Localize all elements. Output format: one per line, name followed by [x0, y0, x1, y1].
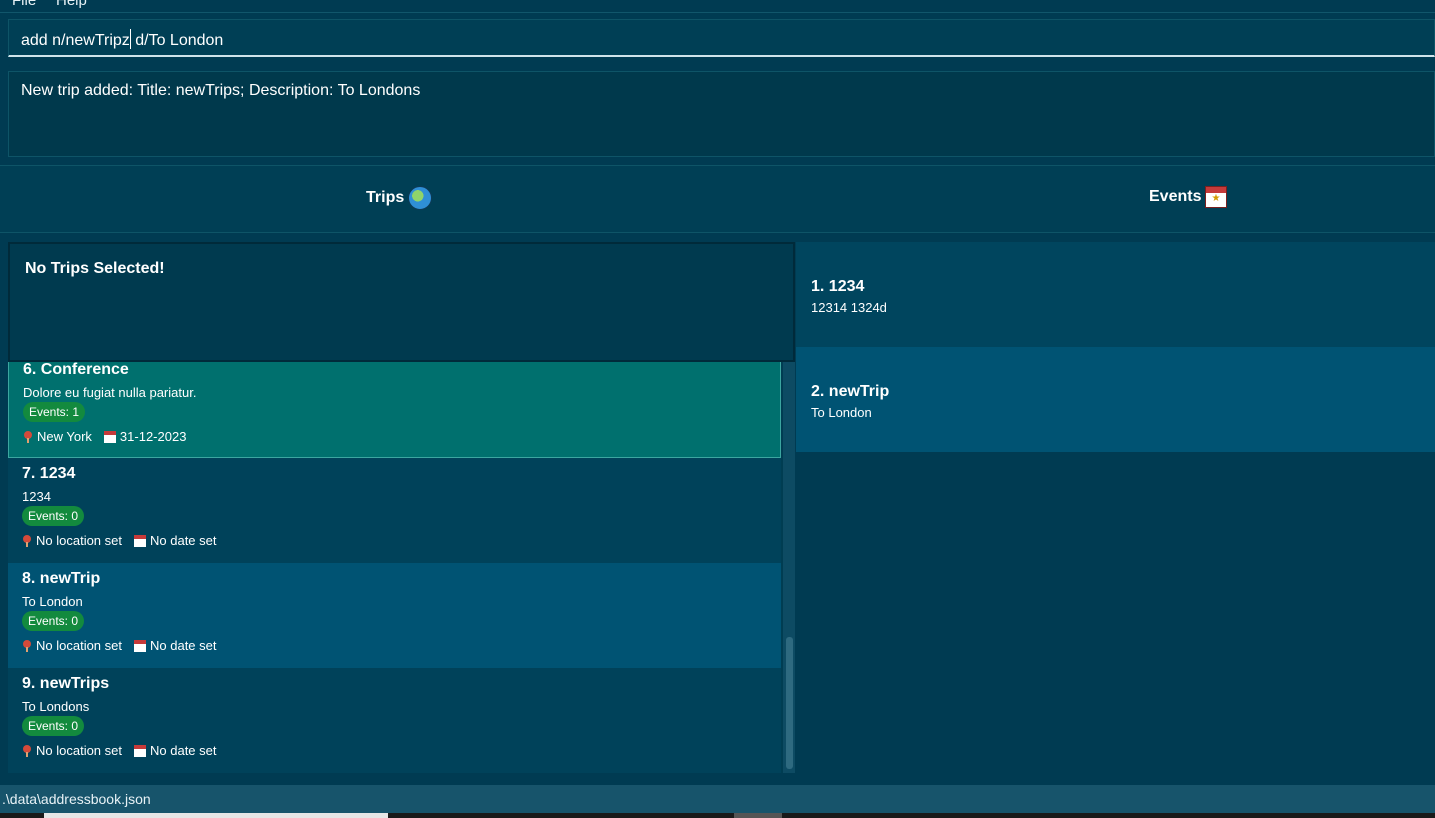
- taskbar-window[interactable]: [44, 813, 388, 818]
- trip-title: 6. Conference: [23, 361, 129, 378]
- trips-header: Trips: [366, 186, 433, 210]
- trip-title: 7. 1234: [22, 465, 76, 482]
- trip-description: To Londons: [22, 699, 90, 714]
- trip-date: No date set: [150, 743, 217, 758]
- events-count-badge: Events: 0: [22, 506, 85, 526]
- trip-description: Dolore eu fugiat nulla pariatur.: [23, 385, 197, 400]
- trip-title: 8. newTrip: [22, 570, 101, 587]
- save-file-path: .\data\addressbook.json: [2, 791, 151, 807]
- trip-description: To London: [22, 594, 83, 609]
- events-count-badge: Events: 0: [22, 611, 85, 631]
- trip-location: New York: [37, 429, 92, 444]
- menu-help[interactable]: Help: [56, 0, 87, 9]
- menu-bar: File Help: [0, 0, 1435, 13]
- trip-card[interactable]: 7. 1234 1234 Events: 0 No location set N…: [8, 458, 781, 563]
- panel-headers: Trips Events ★: [0, 165, 1435, 233]
- event-card[interactable]: 1. 1234 12314 1324d: [796, 242, 1435, 347]
- command-input[interactable]: add n/newTripz d/To London: [8, 19, 1435, 57]
- location-pin-icon: [22, 744, 32, 757]
- trip-location: No location set: [36, 533, 122, 548]
- selected-trip-panel: No Trips Selected!: [8, 242, 795, 362]
- events-count-badge: Events: 1: [23, 402, 86, 422]
- trip-title: 9. newTrips: [22, 675, 110, 692]
- menu-file[interactable]: File: [12, 0, 36, 9]
- location-pin-icon: [22, 639, 32, 652]
- events-count-badge: Events: 0: [22, 716, 85, 736]
- trips-header-label: Trips: [366, 189, 405, 206]
- taskbar: [0, 813, 1435, 818]
- trip-description: 1234: [22, 489, 51, 504]
- events-header-label: Events: [1149, 188, 1202, 205]
- location-pin-icon: [22, 534, 32, 547]
- result-text: New trip added: Title: newTrips; Descrip…: [21, 82, 421, 99]
- trip-card[interactable]: 9. newTrips To Londons Events: 0 No loca…: [8, 668, 781, 773]
- location-pin-icon: [23, 430, 33, 443]
- calendar-icon: ★: [1205, 186, 1228, 208]
- trip-meta: No location set No date set: [22, 743, 217, 758]
- event-description: 12314 1324d: [811, 300, 887, 315]
- calendar-icon: [103, 430, 116, 443]
- command-text: add n/newTripz d/To London: [21, 29, 223, 50]
- trip-location: No location set: [36, 743, 122, 758]
- trip-list-panel: No Trips Selected! 6. Conference Dolore …: [8, 242, 795, 773]
- trip-card[interactable]: 6. Conference Dolore eu fugiat nulla par…: [8, 353, 781, 458]
- trip-location: No location set: [36, 638, 122, 653]
- calendar-icon: [134, 639, 146, 652]
- trip-date: No date set: [150, 533, 217, 548]
- events-header: Events ★: [1149, 186, 1228, 208]
- trip-date: No date set: [150, 638, 217, 653]
- event-description: To London: [811, 405, 872, 420]
- trip-card[interactable]: 8. newTrip To London Events: 0 No locati…: [8, 563, 781, 668]
- result-display: New trip added: Title: newTrips; Descrip…: [8, 71, 1435, 157]
- globe-icon: [408, 186, 433, 210]
- event-title: 1. 1234: [811, 278, 865, 295]
- calendar-icon: [134, 744, 146, 757]
- no-trip-selected-text: No Trips Selected!: [25, 260, 165, 277]
- event-list-panel: 1. 1234 12314 1324d 2. newTrip To London: [796, 242, 1435, 773]
- calendar-icon: [134, 534, 146, 547]
- trip-meta: New York 31-12-2023: [23, 429, 186, 444]
- trip-date: 31-12-2023: [119, 429, 187, 444]
- trip-meta: No location set No date set: [22, 638, 217, 653]
- taskbar-window[interactable]: [734, 813, 782, 818]
- event-card[interactable]: 2. newTrip To London: [796, 347, 1435, 452]
- trip-meta: No location set No date set: [22, 533, 217, 548]
- event-title: 2. newTrip: [811, 383, 890, 400]
- scrollbar-thumb[interactable]: [786, 637, 793, 769]
- status-bar: .\data\addressbook.json: [0, 785, 1435, 813]
